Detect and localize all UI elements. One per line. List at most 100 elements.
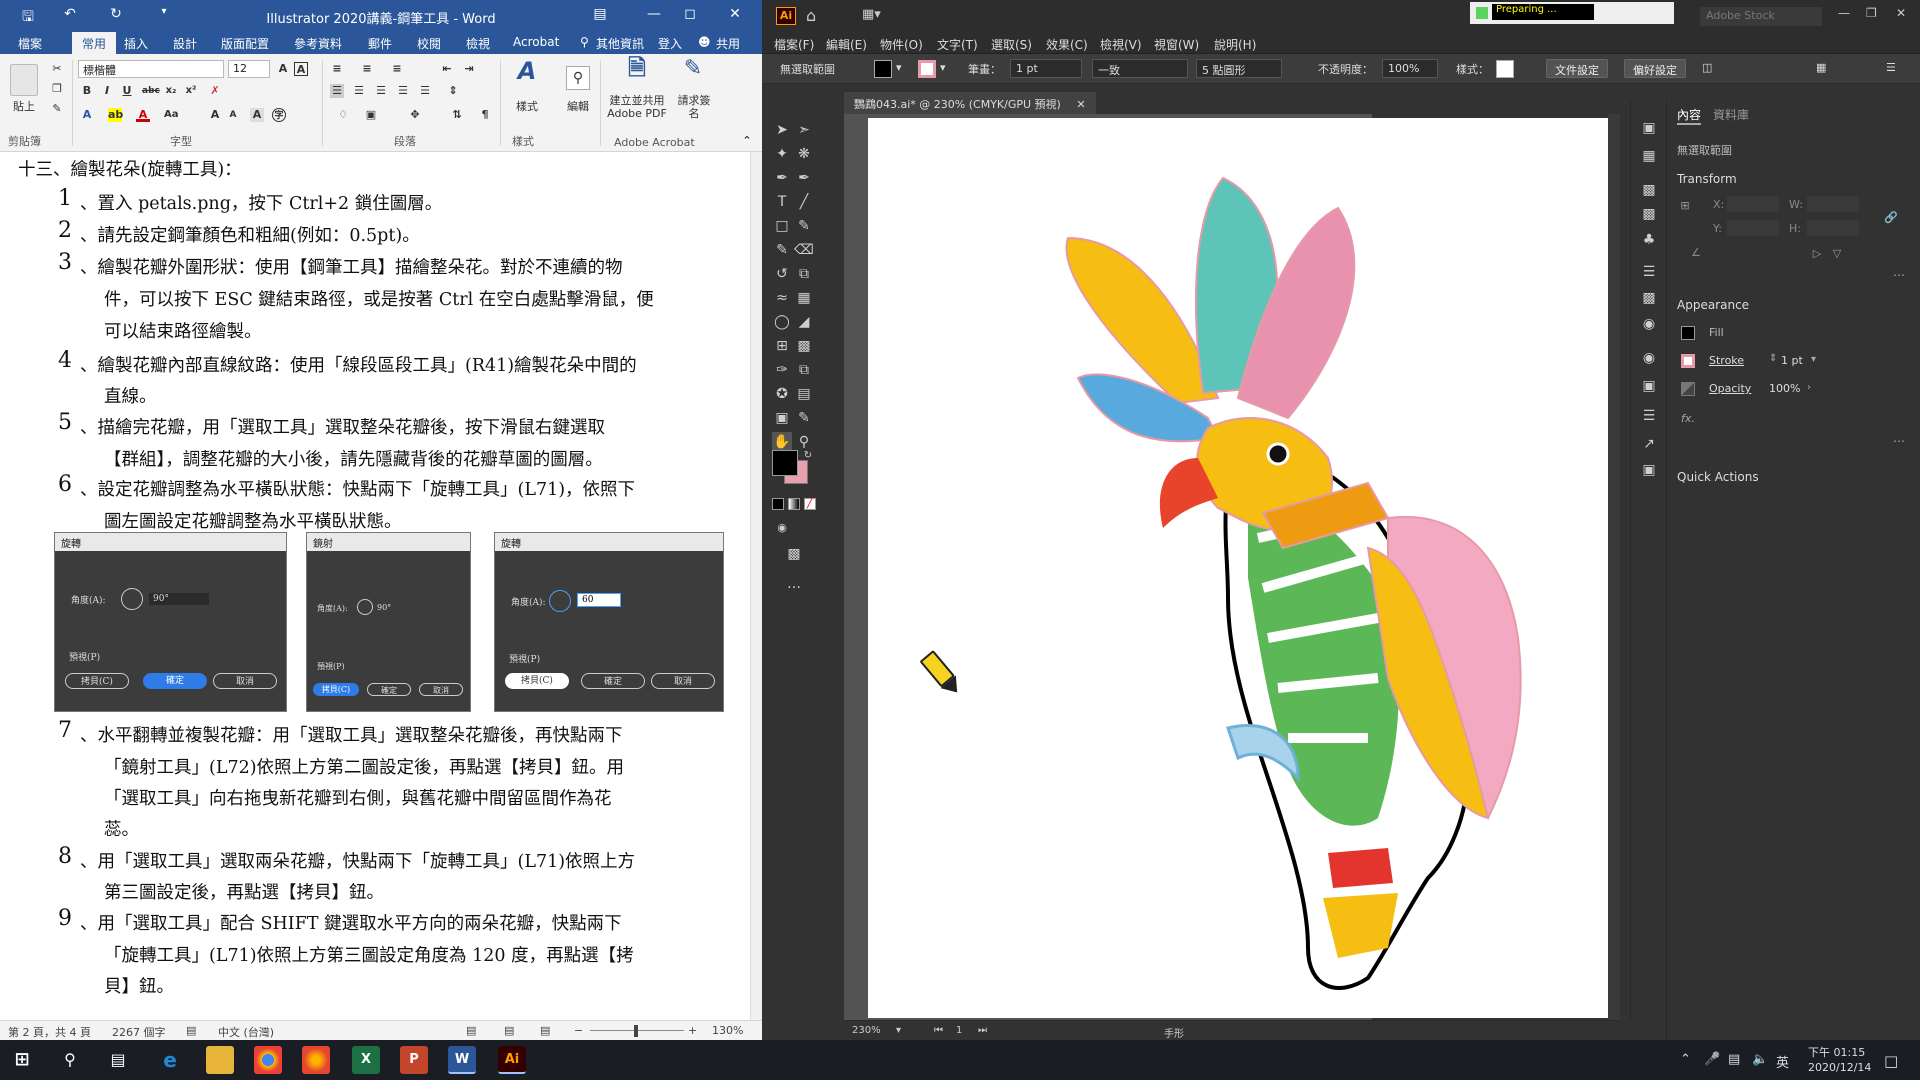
- chevron-down-icon[interactable]: ▾: [940, 61, 946, 74]
- chevron-right-icon[interactable]: ›: [1807, 382, 1811, 393]
- reference-point-icon[interactable]: ⊞: [1675, 196, 1695, 216]
- clock-time[interactable]: 下午 01:15: [1808, 1044, 1865, 1060]
- firefox-icon[interactable]: [302, 1046, 330, 1074]
- distribute-icon[interactable]: ☰: [418, 84, 432, 98]
- color-mode-icon[interactable]: [772, 498, 784, 510]
- swap-colors-icon[interactable]: ↻: [798, 446, 818, 466]
- menu-effect[interactable]: 效果(C): [1046, 36, 1088, 53]
- create-pdf-button[interactable]: 建立並共用 Adobe PDF: [604, 94, 670, 120]
- tab-libraries[interactable]: 資料庫: [1713, 106, 1749, 123]
- bold-icon[interactable]: B: [80, 84, 94, 98]
- paintbrush-icon[interactable]: ✎: [794, 216, 814, 236]
- stock-search-input[interactable]: Adobe Stock: [1700, 7, 1822, 26]
- draw-normal-icon[interactable]: ◉: [772, 518, 792, 538]
- text-effects-icon[interactable]: A: [80, 108, 94, 122]
- preferences-button[interactable]: 偏好設定: [1624, 59, 1686, 78]
- menu-help[interactable]: 說明(H): [1214, 36, 1256, 53]
- clock-date[interactable]: 2020/12/14: [1808, 1061, 1871, 1074]
- artboard-tool-icon[interactable]: ▣: [772, 408, 792, 428]
- tab-insert[interactable]: 插入: [124, 35, 148, 52]
- stroke-panel-icon[interactable]: ☰: [1639, 262, 1659, 282]
- opacity-label[interactable]: Opacity: [1709, 382, 1751, 395]
- chevron-down-icon[interactable]: ▾: [1811, 354, 1816, 365]
- symbols-panel-icon[interactable]: ♣: [1639, 230, 1659, 250]
- transparency-panel-icon[interactable]: ◉: [1639, 314, 1659, 334]
- grow-font-icon[interactable]: A: [276, 62, 290, 76]
- create-pdf-icon[interactable]: 🗎: [624, 58, 650, 90]
- word-icon[interactable]: W: [448, 1046, 476, 1074]
- align-left-icon[interactable]: ☰: [330, 84, 344, 98]
- share-icon[interactable]: ☻: [698, 35, 711, 49]
- justify-icon[interactable]: ☰: [396, 84, 410, 98]
- lasso-icon[interactable]: ❋: [794, 144, 814, 164]
- direct-selection-tool-icon[interactable]: ➣: [794, 120, 814, 140]
- ime-indicator[interactable]: 英: [1776, 1052, 1789, 1071]
- x-input[interactable]: [1727, 196, 1779, 212]
- gradient-mode-icon[interactable]: [788, 498, 800, 510]
- more-options-icon[interactable]: ⋯: [1893, 434, 1905, 448]
- menu-view[interactable]: 檢視(V): [1100, 36, 1142, 53]
- language[interactable]: 中文 (台灣): [218, 1024, 274, 1040]
- menu-type[interactable]: 文字(T): [937, 36, 978, 53]
- multilevel-icon[interactable]: ≡: [390, 62, 404, 76]
- eyedropper-icon[interactable]: ✑: [772, 360, 792, 380]
- illustrator-icon[interactable]: Ai: [498, 1046, 526, 1074]
- tab-file[interactable]: 檔案: [18, 35, 42, 52]
- chrome-icon[interactable]: [254, 1046, 282, 1074]
- edge-icon[interactable]: e: [156, 1046, 184, 1074]
- tab-design[interactable]: 設計: [173, 35, 197, 52]
- task-view-icon[interactable]: ▤: [104, 1046, 132, 1074]
- graphic-style-swatch[interactable]: [1496, 60, 1514, 78]
- menu-edit[interactable]: 編輯(E): [826, 36, 867, 53]
- web-layout-icon[interactable]: ▤: [540, 1024, 550, 1037]
- zoom-level[interactable]: 130%: [712, 1024, 743, 1037]
- share-button[interactable]: 共用: [716, 35, 740, 52]
- close-tab-icon[interactable]: ✕: [1076, 98, 1085, 111]
- zoom-slider-thumb[interactable]: [634, 1025, 638, 1037]
- export-panel-icon[interactable]: ↗: [1639, 434, 1659, 454]
- search-icon[interactable]: ⚲: [56, 1046, 84, 1074]
- shading-icon[interactable]: ♢: [336, 108, 350, 122]
- char-shading-icon[interactable]: A: [250, 108, 264, 122]
- request-sign-button[interactable]: 請求簽名: [676, 94, 712, 120]
- document-setup-button[interactable]: 文件設定: [1546, 59, 1608, 78]
- fill-swatch[interactable]: [1681, 326, 1695, 340]
- tell-me-box[interactable]: 其他資訊: [596, 35, 644, 52]
- properties-panel-icon[interactable]: ▣: [1639, 118, 1659, 138]
- tell-me-icon[interactable]: ⚲: [580, 35, 589, 49]
- gradient-panel-icon[interactable]: ▩: [1639, 288, 1659, 308]
- type-tool-icon[interactable]: T: [772, 192, 792, 212]
- show-marks-icon[interactable]: ¶: [478, 108, 492, 122]
- ribbon-display-icon[interactable]: ▤: [585, 6, 615, 26]
- zoom-in-icon[interactable]: +: [688, 1024, 697, 1037]
- gradient-tool-icon[interactable]: ▩: [794, 336, 814, 356]
- powerpoint-icon[interactable]: P: [400, 1046, 428, 1074]
- artboards-panel-icon[interactable]: ▣: [1639, 460, 1659, 480]
- opacity-input[interactable]: 100%: [1382, 59, 1438, 78]
- proofing-icon[interactable]: ▤: [186, 1024, 196, 1037]
- constrain-proportions-icon[interactable]: 🔗: [1881, 208, 1901, 228]
- tab-acrobat[interactable]: Acrobat: [513, 35, 559, 49]
- align-icon[interactable]: ◫: [1702, 61, 1712, 74]
- underline-icon[interactable]: U: [120, 84, 134, 98]
- maximize-button[interactable]: ◻: [675, 6, 705, 26]
- shaper-tool-icon[interactable]: ✎: [772, 240, 792, 260]
- workspace-switcher-icon[interactable]: ▦▾: [862, 7, 881, 22]
- font-size-combo[interactable]: 12: [228, 60, 270, 78]
- tab-layout[interactable]: 版面配置: [221, 35, 269, 52]
- rotate-angle-icon[interactable]: ∠: [1691, 246, 1701, 259]
- tab-references[interactable]: 參考資料: [294, 35, 342, 52]
- flip-horizontal-icon[interactable]: ▷: [1807, 244, 1827, 264]
- menu-file[interactable]: 檔案(F): [774, 36, 814, 53]
- stepper-icon[interactable]: ⇕: [1769, 353, 1777, 364]
- home-icon[interactable]: ⌂: [806, 6, 816, 25]
- scale-tool-icon[interactable]: ⧉: [794, 264, 814, 284]
- appearance-panel-icon[interactable]: ◉: [1639, 348, 1659, 368]
- line-spacing-icon[interactable]: ⇕: [446, 84, 460, 98]
- paste-button[interactable]: 貼上: [8, 100, 40, 113]
- request-sign-icon[interactable]: ✎: [680, 58, 706, 90]
- tab-view[interactable]: 檢視: [466, 35, 490, 52]
- first-artboard-icon[interactable]: ⏮: [934, 1025, 943, 1036]
- notification-icon[interactable]: □: [1884, 1052, 1898, 1070]
- restore-button[interactable]: ❐: [1866, 6, 1877, 20]
